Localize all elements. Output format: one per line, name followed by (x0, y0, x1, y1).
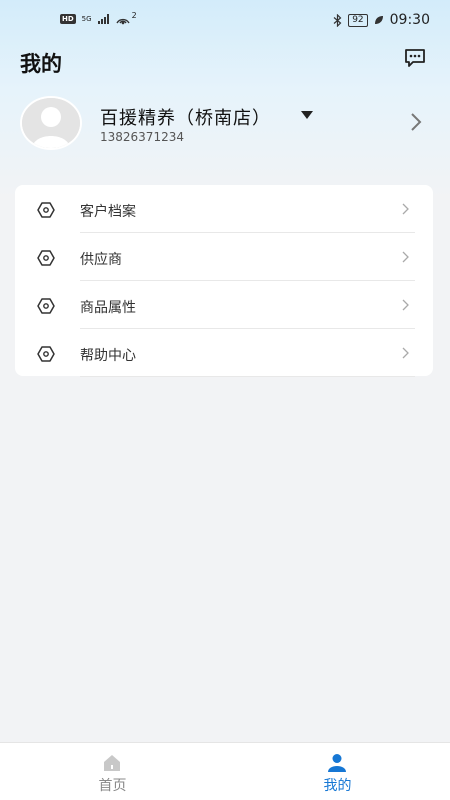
home-icon (104, 755, 120, 771)
chevron-right-icon (402, 299, 409, 311)
network-type: 5G (81, 14, 92, 23)
tab-home-label: 首页 (98, 778, 127, 794)
chevron-right-icon (402, 347, 409, 359)
menu-item-label: 供应商 (80, 252, 122, 268)
menu-item-product-attributes[interactable]: 商品属性 (15, 281, 433, 329)
message-icon[interactable] (404, 48, 426, 68)
chevron-right-icon[interactable] (410, 112, 422, 132)
menu-item-customer-files[interactable]: 客户档案 (15, 185, 433, 233)
bluetooth-icon (333, 13, 342, 27)
status-left: HD 5G 2 (60, 10, 137, 25)
menu-item-label: 商品属性 (80, 300, 136, 316)
bottom-tab-bar: 首页 我的 (0, 742, 450, 800)
tab-mine[interactable]: 我的 (225, 743, 450, 800)
store-name[interactable]: 百援精养（桥南店） (100, 104, 271, 130)
menu-item-label: 客户档案 (80, 204, 136, 220)
menu-item-label: 帮助中心 (80, 348, 136, 364)
phone-number: 13826371234 (100, 130, 184, 144)
chevron-right-icon (402, 203, 409, 215)
tab-home[interactable]: 首页 (0, 743, 225, 800)
status-bar: HD 5G 2 92 09:30 (0, 0, 450, 42)
hotspot-count: 2 (131, 10, 137, 20)
menu-item-help-center[interactable]: 帮助中心 (15, 329, 433, 377)
tab-mine-label: 我的 (323, 778, 352, 794)
profile-card[interactable]: 百援精养（桥南店） 13826371234 (20, 96, 430, 152)
store-dropdown-icon[interactable] (300, 110, 314, 120)
menu-card: 客户档案 供应商 商品属性 帮助中心 (15, 185, 433, 377)
avatar[interactable] (20, 96, 82, 150)
user-icon (328, 754, 346, 772)
avatar-placeholder-icon (22, 98, 80, 148)
hexagon-icon (37, 202, 55, 218)
hexagon-icon (37, 346, 55, 362)
hotspot-icon (115, 18, 130, 25)
clock: 09:30 (389, 12, 430, 28)
hd-badge: HD (60, 14, 76, 24)
hexagon-icon (37, 250, 55, 266)
status-right: 92 09:30 (333, 12, 430, 28)
signal-icon (97, 14, 109, 24)
hexagon-icon (37, 298, 55, 314)
divider (80, 376, 415, 377)
menu-item-suppliers[interactable]: 供应商 (15, 233, 433, 281)
leaf-icon (374, 16, 383, 24)
page-title: 我的 (20, 52, 62, 76)
chevron-right-icon (402, 251, 409, 263)
battery-icon: 92 (348, 13, 368, 27)
